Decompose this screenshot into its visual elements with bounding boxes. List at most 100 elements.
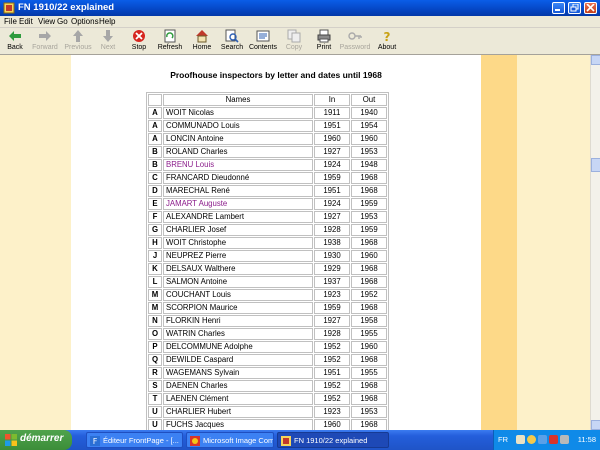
- antivirus-icon[interactable]: [549, 435, 558, 444]
- row-letter: F: [148, 211, 162, 223]
- copy-button[interactable]: Copy: [283, 29, 305, 54]
- row-in-year: 1960: [314, 419, 350, 430]
- previous-icon: [73, 30, 83, 42]
- table-row: B BRENU Louis 1924 1948: [148, 159, 387, 171]
- table-row: H WOIT Christophe 1938 1968: [148, 237, 387, 249]
- inspector-name-link[interactable]: BRENU Louis: [163, 159, 313, 171]
- contents-button[interactable]: Contents: [248, 29, 278, 54]
- forward-button[interactable]: Forward: [30, 29, 60, 54]
- table-row: U FUCHS Jacques 1960 1968: [148, 419, 387, 430]
- scroll-up-button[interactable]: [591, 55, 600, 65]
- menu-options[interactable]: Options: [71, 17, 99, 26]
- table-row: B ROLAND Charles 1927 1953: [148, 146, 387, 158]
- row-letter: E: [148, 198, 162, 210]
- vertical-scrollbar[interactable]: [590, 55, 600, 430]
- task-image-composer[interactable]: Microsoft Image Com...: [186, 432, 274, 448]
- row-out-year: 1948: [351, 159, 387, 171]
- minimize-icon: [555, 9, 560, 11]
- inspectors-table: Names In Out A WOIT Nicolas 1911 1940 A COMMU…: [146, 92, 389, 430]
- row-name: SCORPION Maurice: [163, 302, 313, 314]
- print-icon: [317, 29, 331, 43]
- row-name: DELSAUX Walthere: [163, 263, 313, 275]
- row-in-year: 1911: [314, 107, 350, 119]
- forward-arrow-icon: [39, 31, 51, 41]
- forward-label: Forward: [32, 44, 58, 51]
- stop-button[interactable]: Stop: [127, 29, 151, 54]
- row-in-year: 1959: [314, 302, 350, 314]
- clock[interactable]: 11:58: [578, 435, 596, 444]
- row-in-year: 1952: [314, 393, 350, 405]
- left-margin-band: [0, 55, 71, 430]
- row-letter: J: [148, 250, 162, 262]
- taskbar: démarrer F Éditeur FrontPage - [... Micr…: [0, 430, 600, 450]
- row-name: COMMUNADO Louis: [163, 120, 313, 132]
- row-letter: M: [148, 302, 162, 314]
- table-row: K DELSAUX Walthere 1929 1968: [148, 263, 387, 275]
- right-margin-band: [517, 55, 590, 430]
- password-key-icon: [348, 32, 362, 40]
- start-button[interactable]: démarrer: [0, 430, 72, 450]
- row-in-year: 1952: [314, 380, 350, 392]
- row-name: WAGEMANS Sylvain: [163, 367, 313, 379]
- table-row: D MARECHAL René 1951 1968: [148, 185, 387, 197]
- keyboard-icon[interactable]: [516, 435, 525, 444]
- task-help-window[interactable]: FN 1910/22 explained: [277, 432, 389, 448]
- row-in-year: 1924: [314, 198, 350, 210]
- row-name: SALMON Antoine: [163, 276, 313, 288]
- table-row: Q DEWILDE Caspard 1952 1968: [148, 354, 387, 366]
- table-row: L SALMON Antoine 1937 1968: [148, 276, 387, 288]
- row-letter: B: [148, 146, 162, 158]
- back-label: Back: [7, 44, 23, 51]
- table-row: U CHARLIER Hubert 1923 1953: [148, 406, 387, 418]
- scroll-down-button[interactable]: [591, 420, 600, 430]
- close-button[interactable]: [584, 2, 597, 14]
- menu-help[interactable]: Help: [99, 17, 115, 26]
- row-name: CHARLIER Josef: [163, 224, 313, 236]
- title-bar[interactable]: FN 1910/22 explained: [0, 0, 600, 16]
- row-letter: C: [148, 172, 162, 184]
- help-book-icon: [281, 436, 291, 446]
- row-name: ROLAND Charles: [163, 146, 313, 158]
- row-out-year: 1968: [351, 237, 387, 249]
- restore-button[interactable]: [568, 2, 581, 14]
- volume-icon[interactable]: [560, 435, 569, 444]
- menu-edit[interactable]: Edit: [19, 17, 33, 26]
- network-icon[interactable]: [538, 435, 547, 444]
- previous-label: Previous: [64, 44, 92, 51]
- page-heading: Proofhouse inspectors by letter and date…: [170, 70, 382, 80]
- table-row: F ALEXANDRE Lambert 1927 1953: [148, 211, 387, 223]
- frontpage-icon: F: [90, 436, 100, 446]
- stop-icon: [133, 30, 145, 42]
- task-frontpage[interactable]: F Éditeur FrontPage - [...: [86, 432, 183, 448]
- previous-button[interactable]: Previous: [63, 29, 93, 54]
- refresh-button[interactable]: Refresh: [156, 29, 184, 54]
- about-button[interactable]: ? About: [375, 29, 399, 54]
- row-in-year: 1959: [314, 172, 350, 184]
- home-icon: [196, 30, 208, 43]
- smiley-icon[interactable]: [527, 435, 536, 444]
- search-button[interactable]: Search: [219, 29, 245, 54]
- language-indicator[interactable]: FR: [498, 435, 508, 444]
- row-in-year: 1924: [314, 159, 350, 171]
- row-in-year: 1951: [314, 185, 350, 197]
- minimize-button[interactable]: [552, 2, 565, 14]
- print-button[interactable]: Print: [313, 29, 335, 54]
- scroll-thumb[interactable]: [591, 158, 600, 172]
- inspector-name-link[interactable]: JAMART Auguste: [163, 198, 313, 210]
- row-name: FRANCARD Dieudonné: [163, 172, 313, 184]
- row-in-year: 1927: [314, 146, 350, 158]
- password-label: Password: [339, 44, 371, 51]
- menu-view[interactable]: View: [38, 17, 55, 26]
- next-button[interactable]: Next: [96, 29, 120, 54]
- row-name: WATRIN Charles: [163, 328, 313, 340]
- row-out-year: 1968: [351, 172, 387, 184]
- password-button[interactable]: Password: [338, 29, 372, 54]
- back-button[interactable]: Back: [2, 29, 28, 54]
- home-button[interactable]: Home: [190, 29, 214, 54]
- content-pane[interactable]: Proofhouse inspectors by letter and date…: [0, 55, 590, 430]
- menu-file[interactable]: File: [4, 17, 17, 26]
- contents-label: Contents: [248, 44, 278, 51]
- table-row: M SCORPION Maurice 1959 1968: [148, 302, 387, 314]
- start-label: démarrer: [20, 433, 64, 444]
- menu-go[interactable]: Go: [57, 17, 68, 26]
